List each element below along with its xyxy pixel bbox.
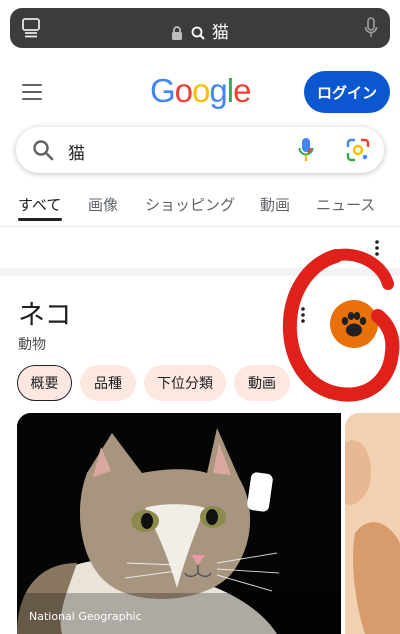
logo-letter: G	[150, 72, 176, 109]
chip-breeds[interactable]: 品種	[80, 365, 136, 401]
voice-search-icon[interactable]	[298, 137, 314, 163]
cat-photo-partial	[345, 413, 400, 634]
lock-icon	[172, 26, 183, 40]
chip-subtypes[interactable]: 下位分類	[144, 365, 226, 401]
logo-letter: o	[192, 72, 210, 109]
tab-videos[interactable]: 動画	[260, 194, 290, 215]
logo-letter: o	[174, 72, 193, 109]
cat-illustration	[17, 413, 341, 634]
hamburger-menu-icon[interactable]	[22, 84, 42, 100]
login-button[interactable]: ログイン	[304, 71, 390, 113]
google-logo[interactable]: Google	[150, 72, 251, 110]
search-box[interactable]: 猫	[16, 127, 384, 173]
entity-subtitle: 動物	[18, 337, 46, 353]
result-strip	[0, 229, 400, 269]
cat-photo[interactable]	[17, 413, 341, 634]
entity-title: ネコ	[18, 300, 72, 331]
tab-news[interactable]: ニュース	[316, 194, 375, 215]
cat-photo-2[interactable]	[345, 413, 400, 634]
address-text[interactable]: 猫	[10, 18, 390, 43]
tab-all[interactable]: すべて	[18, 194, 61, 215]
browser-address-bar[interactable]: 猫	[10, 8, 390, 48]
more-options-icon[interactable]	[374, 239, 380, 257]
logo-letter: g	[209, 72, 227, 109]
paw-print-icon[interactable]	[330, 300, 378, 348]
search-input[interactable]: 猫	[68, 139, 85, 164]
logo-letter: e	[233, 72, 251, 109]
microphone-icon[interactable]	[364, 17, 378, 39]
chip-videos[interactable]: 動画	[234, 365, 290, 401]
search-icon	[33, 140, 54, 161]
address-query: 猫	[211, 23, 229, 43]
image-credit: National Geographic	[29, 610, 142, 623]
google-lens-icon[interactable]	[346, 138, 370, 162]
chip-overview[interactable]: 概要	[17, 365, 72, 401]
tab-shopping[interactable]: ショッピング	[145, 194, 235, 215]
search-icon	[191, 26, 205, 40]
active-tab-indicator	[18, 218, 62, 221]
tab-images[interactable]: 画像	[88, 194, 118, 215]
divider	[0, 226, 400, 227]
section-separator	[0, 268, 400, 276]
more-options-icon[interactable]	[300, 306, 306, 324]
